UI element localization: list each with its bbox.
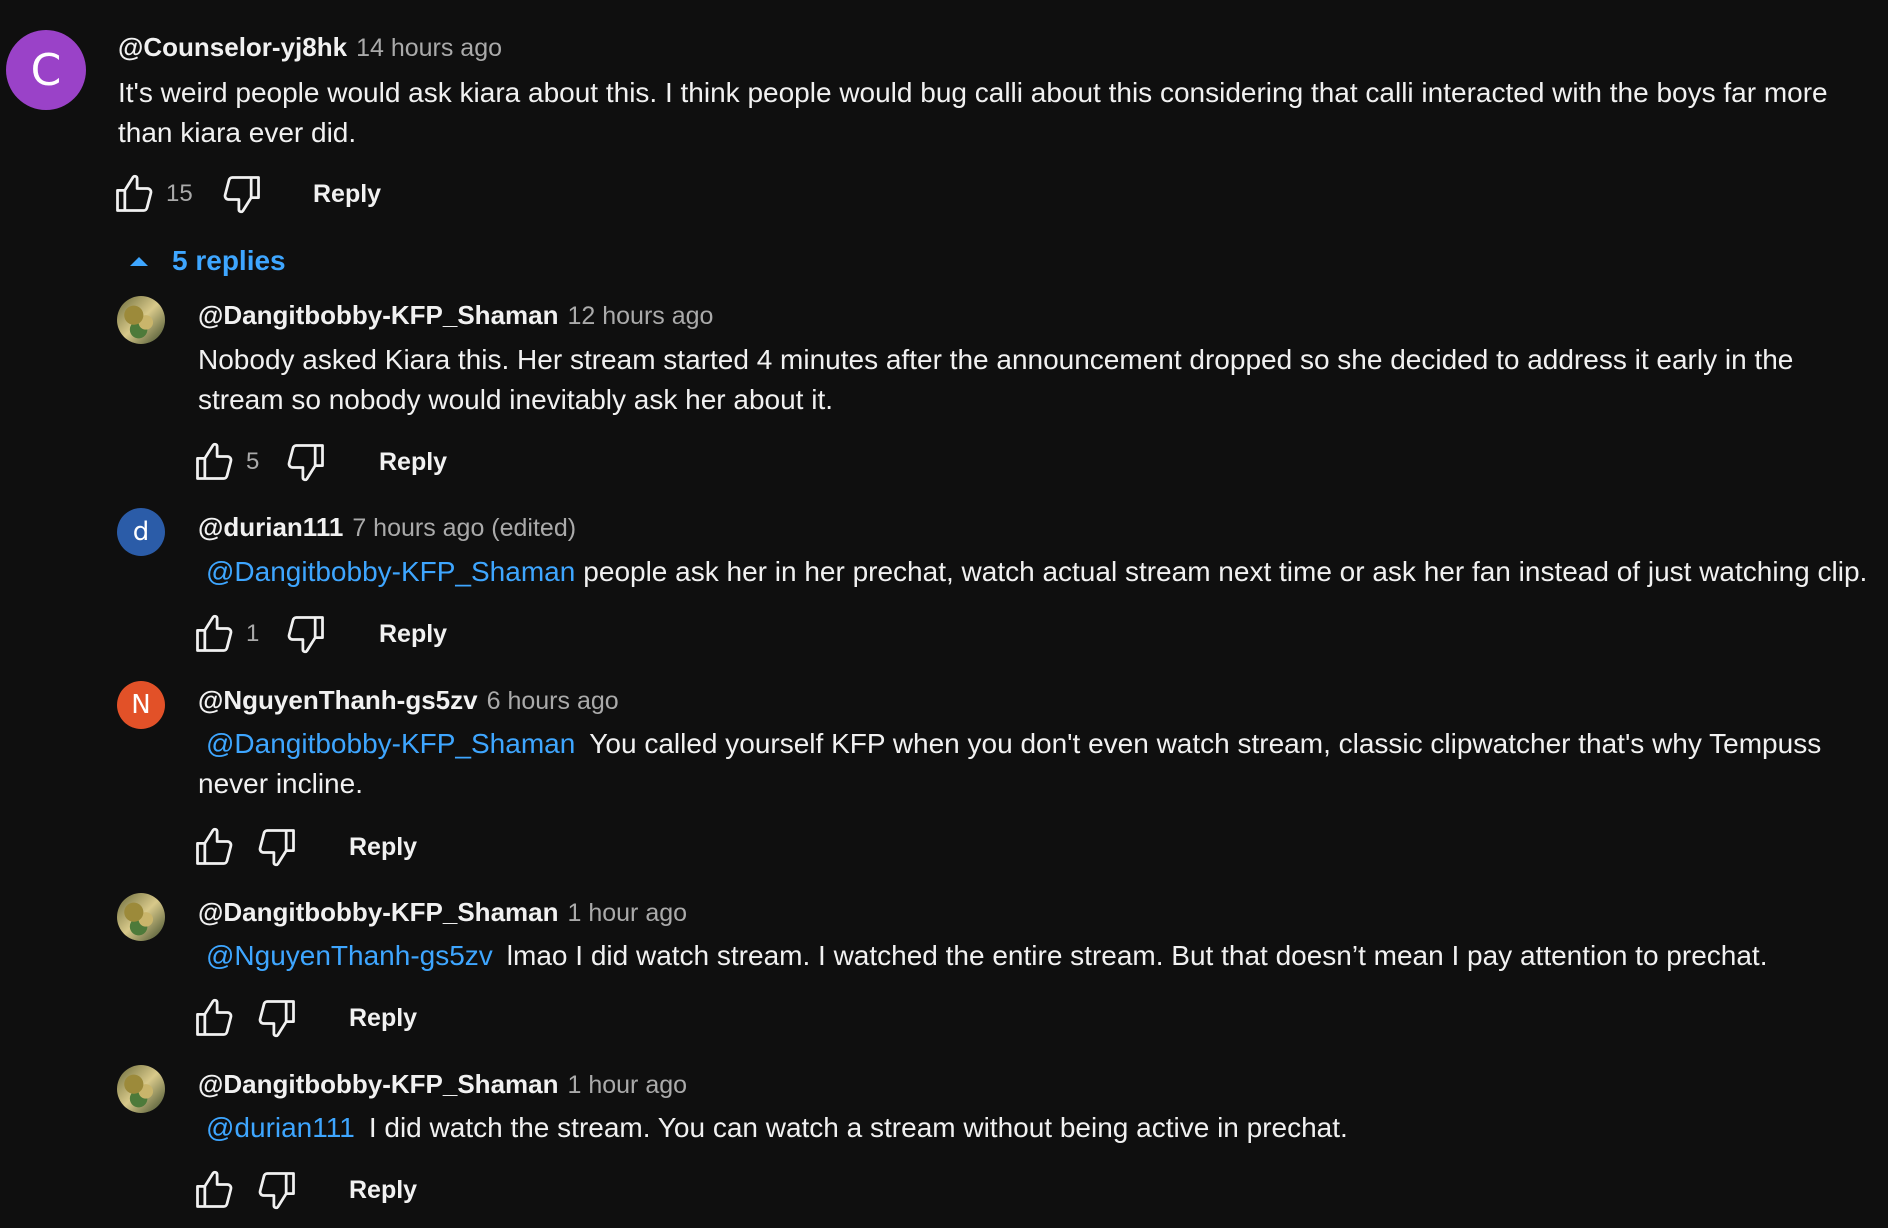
reply-button[interactable]: Reply: [349, 996, 417, 1040]
reply-text: @Dangitbobby-KFP_Shaman people ask her in…: [198, 552, 1888, 592]
mention-link[interactable]: @Dangitbobby-KFP_Shaman: [206, 556, 575, 587]
thumbs-down-icon[interactable]: [220, 172, 264, 216]
mention-link[interactable]: @NguyenThanh-gs5zv: [206, 940, 493, 971]
reply-header: @durian111 7 hours ago (edited): [198, 512, 576, 543]
caret-up-icon: [130, 257, 148, 266]
like-count: 15: [166, 180, 193, 207]
reply-button[interactable]: Reply: [313, 172, 381, 216]
reply-text: @Dangitbobby-KFP_Shaman You called yourse…: [198, 724, 1886, 804]
thumbs-up-icon[interactable]: [192, 612, 236, 656]
reply-header: @Dangitbobby-KFP_Shaman 1 hour ago: [198, 897, 687, 928]
reply-timestamp[interactable]: 12 hours ago: [567, 302, 713, 331]
comment-timestamp[interactable]: 14 hours ago: [356, 34, 502, 63]
reply-text: @durian111 I did watch the stream. You ca…: [198, 1108, 1888, 1148]
replies-toggle-button[interactable]: 5 replies: [128, 240, 286, 282]
avatar[interactable]: C: [6, 30, 86, 110]
reply-header: @Dangitbobby-KFP_Shaman 1 hour ago: [198, 1069, 687, 1100]
reply-author[interactable]: @Dangitbobby-KFP_Shaman: [198, 1069, 558, 1100]
reply-author[interactable]: @NguyenThanh-gs5zv: [198, 685, 478, 716]
thumbs-down-icon[interactable]: [284, 440, 328, 484]
reply-button[interactable]: Reply: [379, 612, 447, 656]
reply-timestamp[interactable]: 6 hours ago: [487, 687, 619, 716]
thumbs-up-icon[interactable]: [192, 1168, 236, 1212]
avatar[interactable]: d: [117, 508, 165, 556]
avatar[interactable]: [117, 296, 165, 344]
reply-header: @NguyenThanh-gs5zv 6 hours ago: [198, 685, 619, 716]
thumbs-up-icon[interactable]: [192, 825, 236, 869]
reply-header: @Dangitbobby-KFP_Shaman 12 hours ago: [198, 300, 713, 331]
reply-author[interactable]: @Dangitbobby-KFP_Shaman: [198, 897, 558, 928]
comment-header: @Counselor-yj8hk 14 hours ago: [118, 32, 502, 63]
reply-timestamp[interactable]: 1 hour ago: [567, 899, 687, 928]
reply-body: I did watch the stream. You can watch a …: [368, 1112, 1348, 1143]
avatar[interactable]: N: [117, 681, 165, 729]
avatar[interactable]: [117, 893, 165, 941]
reply-button[interactable]: Reply: [349, 1168, 417, 1212]
reply-author[interactable]: @Dangitbobby-KFP_Shaman: [198, 300, 558, 331]
comment-author[interactable]: @Counselor-yj8hk: [118, 32, 347, 63]
reply-button[interactable]: Reply: [349, 825, 417, 869]
reply-body: Nobody asked Kiara this. Her stream star…: [198, 344, 1794, 415]
avatar-letter: d: [132, 517, 150, 547]
reply-text: Nobody asked Kiara this. Her stream star…: [198, 340, 1858, 420]
replies-count: 5 replies: [172, 245, 286, 276]
reply-button[interactable]: Reply: [379, 440, 447, 484]
avatar-letter: C: [30, 44, 62, 96]
reply-text: @NguyenThanh-gs5zv lmao I did watch strea…: [198, 936, 1888, 976]
reply-body: people ask her in her prechat, watch act…: [583, 556, 1868, 587]
reply-author[interactable]: @durian111: [198, 512, 343, 543]
like-count: 1: [246, 620, 260, 647]
comment-text: It's weird people would ask kiara about …: [118, 77, 1828, 148]
thumbs-up-icon[interactable]: [112, 172, 156, 216]
reply-body: lmao I did watch stream. I watched the e…: [506, 940, 1768, 971]
thumbs-down-icon[interactable]: [255, 996, 299, 1040]
avatar[interactable]: [117, 1065, 165, 1113]
like-count: 5: [246, 448, 260, 475]
thumbs-down-icon[interactable]: [284, 612, 328, 656]
mention-link[interactable]: @durian111: [206, 1112, 355, 1143]
thumbs-up-icon[interactable]: [192, 440, 236, 484]
thumbs-down-icon[interactable]: [255, 825, 299, 869]
avatar-letter: N: [131, 690, 151, 720]
thumbs-down-icon[interactable]: [255, 1168, 299, 1212]
reply-timestamp[interactable]: 7 hours ago (edited): [352, 514, 576, 543]
mention-link[interactable]: @Dangitbobby-KFP_Shaman: [206, 728, 575, 759]
thumbs-up-icon[interactable]: [192, 996, 236, 1040]
reply-timestamp[interactable]: 1 hour ago: [567, 1071, 687, 1100]
